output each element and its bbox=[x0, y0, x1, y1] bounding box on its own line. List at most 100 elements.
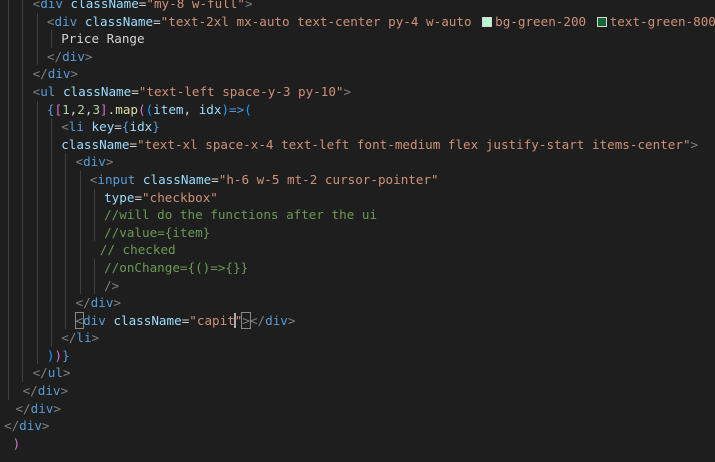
indent-guide bbox=[36, 135, 38, 154]
code-text: //onChange={()=>{}} bbox=[104, 259, 248, 277]
code-token: "my-8 w-full" bbox=[146, 0, 245, 11]
indent-guide bbox=[36, 241, 38, 259]
indent-guide bbox=[50, 241, 52, 259]
indent-guide bbox=[50, 188, 52, 207]
code-line[interactable]: <div className="text-2xl mx-auto text-ce… bbox=[0, 12, 715, 31]
indent-guide bbox=[22, 311, 24, 330]
indent-guide bbox=[8, 294, 9, 312]
code-lines[interactable]: <div className="my-8 w-full"> <div classN… bbox=[0, 0, 715, 452]
code-line[interactable]: <div className="capit"></div> bbox=[0, 311, 715, 330]
code-token: // checked bbox=[99, 242, 176, 258]
code-line[interactable]: ))} bbox=[0, 346, 715, 365]
indent-guide bbox=[79, 188, 81, 207]
indent-guide bbox=[50, 276, 52, 295]
indent-guide bbox=[8, 118, 9, 136]
code-token: = bbox=[131, 83, 139, 99]
code-line[interactable]: <li key={idx} bbox=[0, 118, 715, 136]
code-line[interactable]: <input className="h-6 w-5 mt-2 cursor-po… bbox=[0, 170, 715, 189]
code-token: </ bbox=[32, 66, 48, 82]
indent-guide bbox=[8, 12, 9, 31]
indent-guide bbox=[8, 329, 9, 347]
code-line[interactable]: </div> bbox=[0, 382, 715, 400]
indent-guide bbox=[50, 311, 52, 330]
indent-guide bbox=[65, 311, 67, 330]
code-token: div bbox=[37, 383, 61, 399]
code-editor[interactable]: <div className="my-8 w-full"> <div classN… bbox=[0, 0, 715, 462]
code-text: </ul> bbox=[33, 364, 71, 382]
code-token: </ bbox=[61, 330, 77, 346]
indent-guide bbox=[22, 170, 24, 189]
bracket-match-token: > bbox=[241, 311, 251, 329]
code-token: "text-2xl mx-auto text-center py-4 w-aut… bbox=[160, 13, 480, 29]
code-line[interactable]: Price Range bbox=[0, 30, 715, 48]
code-token: className bbox=[61, 136, 130, 152]
code-text: <div> bbox=[76, 153, 114, 171]
indent-guide bbox=[22, 47, 24, 66]
code-token: 3 bbox=[92, 101, 101, 117]
indent-guide bbox=[50, 170, 52, 189]
code-token: = bbox=[114, 119, 122, 135]
indent-guide bbox=[22, 118, 24, 136]
indent-guide bbox=[8, 100, 9, 119]
indent-guide bbox=[8, 276, 9, 295]
code-line[interactable]: // checked bbox=[0, 241, 715, 259]
code-line[interactable]: </li> bbox=[0, 329, 715, 347]
code-line[interactable]: ) bbox=[0, 435, 715, 453]
code-token: > bbox=[41, 418, 50, 434]
indent-guide bbox=[22, 258, 24, 277]
code-token: //onChange={()=>{}} bbox=[104, 259, 249, 275]
code-line[interactable]: className="text-xl space-x-4 text-left f… bbox=[0, 135, 715, 154]
code-token: Price Range bbox=[61, 31, 145, 47]
code-token: > bbox=[343, 83, 352, 99]
code-token: [ bbox=[54, 101, 63, 117]
code-line[interactable]: </ul> bbox=[0, 364, 715, 383]
code-token: ( bbox=[137, 101, 146, 117]
indent-guide bbox=[50, 223, 52, 242]
code-token: 1 bbox=[62, 101, 70, 117]
code-line[interactable]: //onChange={()=>{}} bbox=[0, 258, 715, 277]
code-line[interactable]: <div> bbox=[0, 153, 715, 171]
code-text: <li key={idx} bbox=[61, 118, 160, 136]
code-line[interactable]: </div> bbox=[0, 417, 715, 435]
code-token: idx bbox=[129, 119, 153, 135]
code-line[interactable]: {[1,2,3].map((item, idx)=>( bbox=[0, 100, 715, 119]
color-swatch-icon[interactable] bbox=[596, 16, 607, 27]
code-token: className bbox=[113, 312, 182, 328]
indent-guide bbox=[8, 206, 9, 224]
indent-guide bbox=[65, 276, 67, 295]
code-line[interactable]: </div> bbox=[0, 294, 715, 312]
code-line[interactable]: /> bbox=[0, 276, 715, 295]
code-text: type="checkbox" bbox=[104, 189, 218, 207]
indent-guide bbox=[93, 223, 95, 242]
indent-guide bbox=[22, 206, 24, 224]
indent-guide bbox=[93, 188, 95, 207]
code-text: </div> bbox=[47, 48, 93, 66]
code-token: } bbox=[152, 119, 160, 135]
code-text: <div className="capit"></div> bbox=[74, 311, 295, 330]
code-token: "capit bbox=[189, 312, 235, 328]
indent-guide bbox=[36, 223, 38, 242]
code-line[interactable]: //will do the functions after the ui bbox=[0, 206, 715, 224]
indent-guide bbox=[8, 82, 9, 101]
code-text: <div className="my-8 w-full"> bbox=[33, 0, 253, 13]
code-line[interactable]: </div> bbox=[0, 400, 715, 418]
indent-guide bbox=[8, 364, 9, 383]
code-token: </ bbox=[249, 312, 266, 328]
code-token: div bbox=[62, 48, 85, 64]
code-token: => bbox=[229, 101, 245, 117]
code-token: ) bbox=[54, 347, 63, 363]
code-line[interactable]: type="checkbox" bbox=[0, 188, 715, 207]
code-token: > bbox=[690, 136, 699, 152]
code-token: ( bbox=[244, 101, 252, 117]
code-line[interactable]: </div> bbox=[0, 65, 715, 83]
code-line[interactable]: </div> bbox=[0, 47, 715, 66]
code-line[interactable]: <ul className="text-left space-y-3 py-10… bbox=[0, 82, 715, 101]
code-line[interactable]: //value={item} bbox=[0, 223, 715, 242]
indent-guide bbox=[65, 294, 67, 312]
code-line[interactable]: <div className="my-8 w-full"> bbox=[0, 0, 715, 13]
color-swatch-icon[interactable] bbox=[482, 16, 493, 27]
indent-guide bbox=[22, 0, 24, 13]
